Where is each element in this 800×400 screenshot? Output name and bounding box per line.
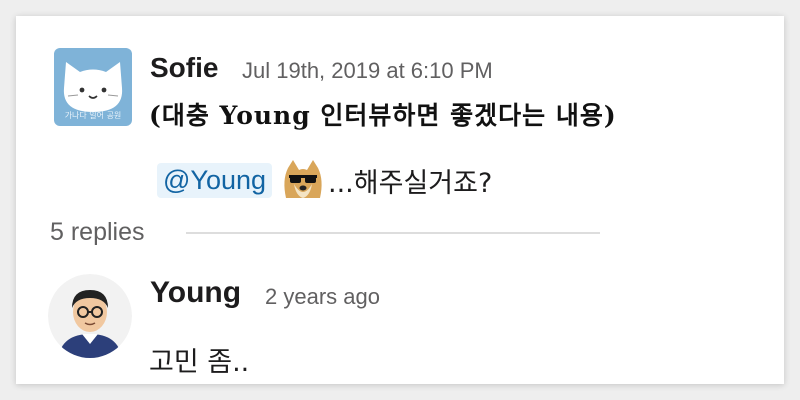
replies-link[interactable]: 5 replies <box>50 218 145 247</box>
message-timestamp[interactable]: Jul 19th, 2019 at 6:10 PM <box>242 58 493 84</box>
reply-timestamp[interactable]: 2 years ago <box>265 284 380 310</box>
message-text: ...해주실거죠? <box>328 167 493 199</box>
reply-text: 고민 좀.. <box>149 347 250 378</box>
avatar-caption: 가나다 일어 공원 <box>64 111 122 120</box>
user-mention[interactable]: @Young <box>157 162 273 198</box>
person-icon <box>48 274 132 358</box>
message-line-1: (대충 Young 인터뷰하면 좋겠다는 내용) <box>149 101 617 130</box>
message-line-2: @Young ...해주실거죠? <box>157 158 492 202</box>
divider <box>186 232 600 234</box>
message-author[interactable]: Sofie <box>150 52 218 84</box>
message-card: 가나다 일어 공원 Sofie Jul 19th, 2019 at 6:10 P… <box>16 16 784 384</box>
reply-author[interactable]: Young <box>150 276 241 310</box>
sofie-avatar[interactable]: 가나다 일어 공원 <box>54 48 132 126</box>
young-avatar[interactable] <box>48 274 132 358</box>
doge-sunglasses-icon <box>280 158 326 202</box>
